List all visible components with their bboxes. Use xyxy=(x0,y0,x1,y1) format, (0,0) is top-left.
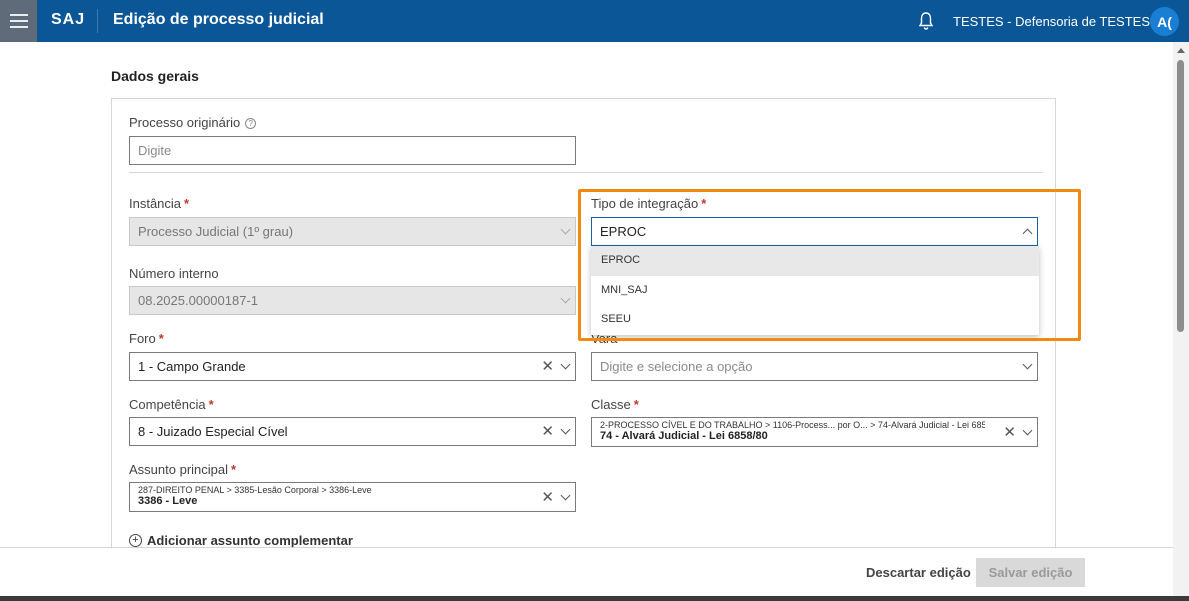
chevron-down-icon[interactable] xyxy=(560,490,571,500)
instancia-label: Instância * xyxy=(129,196,189,211)
foro-label: Foro * xyxy=(129,331,164,346)
classe-value: 74 - Alvará Judicial - Lei 6858/80 xyxy=(600,430,768,442)
assunto-value: 3386 - Leve xyxy=(138,495,198,507)
clear-icon[interactable]: ✕ xyxy=(541,490,554,505)
page-title: Edição de processo judicial xyxy=(113,11,324,28)
numero-interno-select: 08.2025.00000187-1 xyxy=(129,286,576,315)
tipo-integracao-label-text: Tipo de integração xyxy=(591,196,699,211)
discard-button[interactable]: Descartar edição xyxy=(860,560,977,586)
dropdown-option-mni-saj[interactable]: MNI_SAJ xyxy=(591,276,1039,306)
clear-icon[interactable]: ✕ xyxy=(541,424,554,439)
classe-path: 2-PROCESSO CÍVEL E DO TRABALHO > 1106-Pr… xyxy=(600,420,985,430)
assunto-principal-label: Assunto principal * xyxy=(129,462,236,477)
tipo-integracao-label: Tipo de integração * xyxy=(591,196,706,211)
competencia-label: Competência * xyxy=(129,397,214,412)
processo-originario-input[interactable]: Digite xyxy=(129,136,576,165)
instancia-value: Processo Judicial (1º grau) xyxy=(138,224,294,239)
tipo-integracao-value: EPROC xyxy=(600,224,647,239)
foro-value: 1 - Campo Grande xyxy=(138,359,246,374)
assunto-principal-label-text: Assunto principal xyxy=(129,462,228,477)
chevron-down-icon xyxy=(560,224,571,235)
competencia-label-text: Competência xyxy=(129,397,206,412)
processo-originario-label-text: Processo originário xyxy=(129,115,241,130)
classe-select[interactable]: 2-PROCESSO CÍVEL E DO TRABALHO > 1106-Pr… xyxy=(591,417,1038,447)
section-title: Dados gerais xyxy=(111,68,199,84)
required-mark: * xyxy=(158,331,164,346)
dropdown-option-seeu[interactable]: SEEU xyxy=(591,305,1039,335)
required-mark: * xyxy=(231,462,237,477)
scroll-up-icon[interactable] xyxy=(1177,48,1185,53)
divider xyxy=(129,172,1043,173)
chevron-down-icon[interactable] xyxy=(560,359,571,370)
chevron-up-icon[interactable] xyxy=(1022,228,1033,239)
numero-interno-value: 08.2025.00000187-1 xyxy=(138,293,259,308)
vara-placeholder: Digite e selecione a opção xyxy=(600,359,753,374)
bottom-edge xyxy=(0,596,1189,601)
footer-bar: Descartar edição Salvar edição xyxy=(0,547,1173,596)
processo-originario-label: Processo originário? xyxy=(129,115,257,130)
help-icon[interactable]: ? xyxy=(245,118,257,129)
required-mark: * xyxy=(184,196,190,211)
required-mark: * xyxy=(633,397,639,412)
save-button[interactable]: Salvar edição xyxy=(976,558,1085,587)
processo-originario-placeholder: Digite xyxy=(138,143,172,158)
competencia-value: 8 - Juizado Especial Cível xyxy=(138,424,288,439)
hamburger-menu-icon[interactable] xyxy=(0,0,37,42)
add-assunto-complementar-button[interactable]: + Adicionar assunto complementar xyxy=(129,533,353,548)
clear-icon[interactable]: ✕ xyxy=(1003,425,1016,440)
classe-label: Classe * xyxy=(591,397,639,412)
chevron-down-icon xyxy=(560,293,571,304)
scroll-thumb[interactable] xyxy=(1177,60,1184,332)
plus-circle-icon: + xyxy=(129,534,142,547)
required-mark: * xyxy=(208,397,214,412)
app-logo[interactable]: SAJ xyxy=(51,11,85,29)
required-mark: * xyxy=(701,196,707,211)
chevron-down-icon[interactable] xyxy=(1022,359,1033,370)
add-assunto-label: Adicionar assunto complementar xyxy=(147,533,353,548)
vara-select[interactable]: Digite e selecione a opção xyxy=(591,352,1038,381)
assunto-principal-select[interactable]: 287-DIREITO PENAL > 3385-Lesão Corporal … xyxy=(129,482,576,512)
vertical-scrollbar[interactable] xyxy=(1173,42,1189,596)
classe-label-text: Classe xyxy=(591,397,631,412)
avatar[interactable]: A( xyxy=(1150,7,1179,36)
instancia-label-text: Instância xyxy=(129,196,182,211)
dropdown-option-eproc[interactable]: EPROC xyxy=(591,246,1039,276)
tipo-integracao-dropdown: EPROC MNI_SAJ SEEU xyxy=(591,246,1039,335)
competencia-select[interactable]: 8 - Juizado Especial Cível ✕ xyxy=(129,417,576,446)
header-divider xyxy=(97,9,98,33)
top-header: SAJ Edição de processo judicial TESTES -… xyxy=(0,0,1189,42)
clear-icon[interactable]: ✕ xyxy=(541,359,554,374)
chevron-down-icon[interactable] xyxy=(560,424,571,435)
organization-name[interactable]: TESTES - Defensoria de TESTES 1 xyxy=(953,14,1161,29)
chevron-down-icon[interactable] xyxy=(1022,425,1033,435)
foro-label-text: Foro xyxy=(129,331,156,346)
assunto-path: 287-DIREITO PENAL > 3385-Lesão Corporal … xyxy=(138,485,372,495)
instancia-select: Processo Judicial (1º grau) xyxy=(129,217,576,246)
tipo-integracao-select[interactable]: EPROC xyxy=(591,217,1038,246)
bell-icon[interactable] xyxy=(918,11,934,31)
numero-interno-label: Número interno xyxy=(129,266,219,281)
foro-select[interactable]: 1 - Campo Grande ✕ xyxy=(129,352,576,381)
